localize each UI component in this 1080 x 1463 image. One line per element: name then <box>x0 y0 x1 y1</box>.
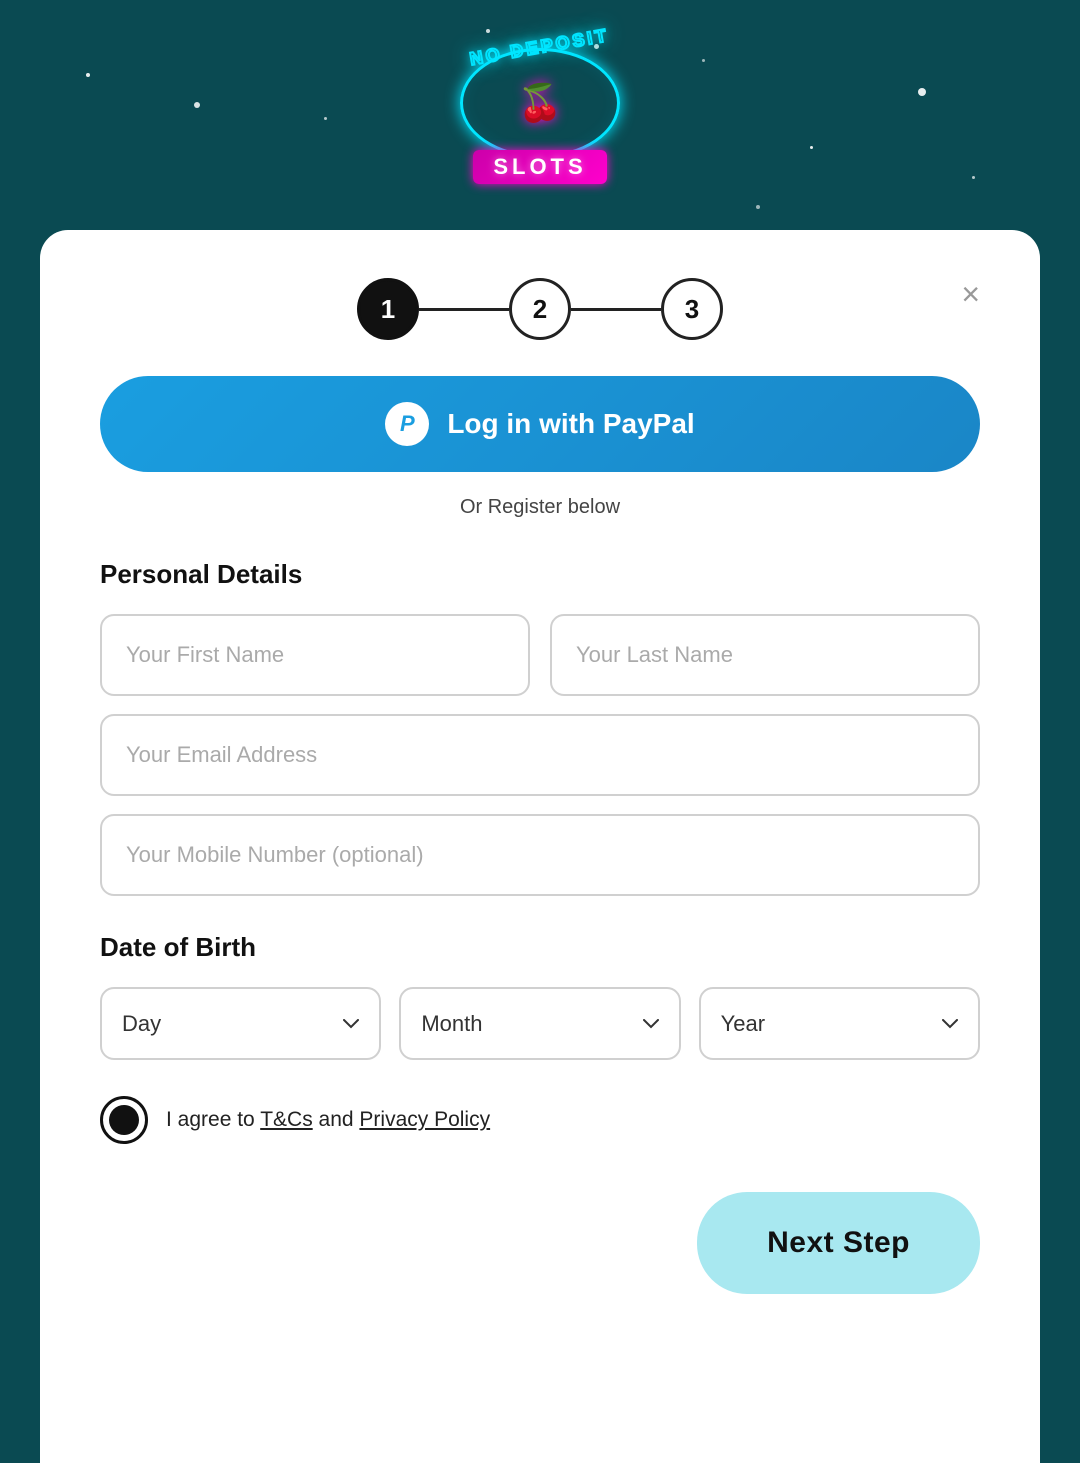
agree-radio[interactable] <box>100 1096 148 1144</box>
header: NO DEPOSIT 🍒 SLOTS <box>0 0 1080 230</box>
paypal-button-label: Log in with PayPal <box>447 408 694 440</box>
dob-label: Date of Birth <box>100 932 980 963</box>
personal-details-label: Personal Details <box>100 559 980 590</box>
month-select[interactable]: MonthJanuaryFebruaryMarchAprilMayJuneJul… <box>399 987 680 1060</box>
first-name-input[interactable] <box>100 614 530 696</box>
next-step-button[interactable]: Next Step <box>697 1192 980 1294</box>
logo-circle: 🍒 <box>460 48 620 158</box>
logo-icon: 🍒 <box>518 85 563 121</box>
dob-selects: Day1234567891011121314151617181920212223… <box>100 987 980 1060</box>
dob-section: Date of Birth Day12345678910111213141516… <box>100 932 980 1060</box>
paypal-icon: P <box>385 402 429 446</box>
radio-inner <box>109 1105 139 1135</box>
day-select[interactable]: Day1234567891011121314151617181920212223… <box>100 987 381 1060</box>
mobile-row <box>100 814 980 896</box>
email-row <box>100 714 980 796</box>
logo: NO DEPOSIT 🍒 SLOTS <box>440 30 640 190</box>
registration-modal: × 1 2 3 P Log in with PayPal Or Register… <box>40 230 1040 1463</box>
terms-link[interactable]: T&Cs <box>260 1108 313 1131</box>
paypal-login-button[interactable]: P Log in with PayPal <box>100 376 980 472</box>
email-input[interactable] <box>100 714 980 796</box>
privacy-link[interactable]: Privacy Policy <box>359 1108 490 1131</box>
step-line-2 <box>571 308 661 311</box>
last-name-input[interactable] <box>550 614 980 696</box>
next-step-container: Next Step <box>100 1192 980 1294</box>
step-1-circle[interactable]: 1 <box>357 278 419 340</box>
step-3-circle[interactable]: 3 <box>661 278 723 340</box>
mobile-input[interactable] <box>100 814 980 896</box>
year-select[interactable]: Year200520042003200220012000199919981997… <box>699 987 980 1060</box>
step-indicator: 1 2 3 <box>100 278 980 340</box>
or-register-text: Or Register below <box>100 496 980 519</box>
logo-slots-text: SLOTS <box>493 154 586 179</box>
name-row <box>100 614 980 696</box>
personal-details-section: Personal Details <box>100 559 980 896</box>
agreement-row: I agree to T&Cs and Privacy Policy <box>100 1096 980 1144</box>
logo-banner: SLOTS <box>473 150 606 184</box>
agreement-text: I agree to T&Cs and Privacy Policy <box>166 1108 490 1132</box>
step-2-circle[interactable]: 2 <box>509 278 571 340</box>
step-line-1 <box>419 308 509 311</box>
